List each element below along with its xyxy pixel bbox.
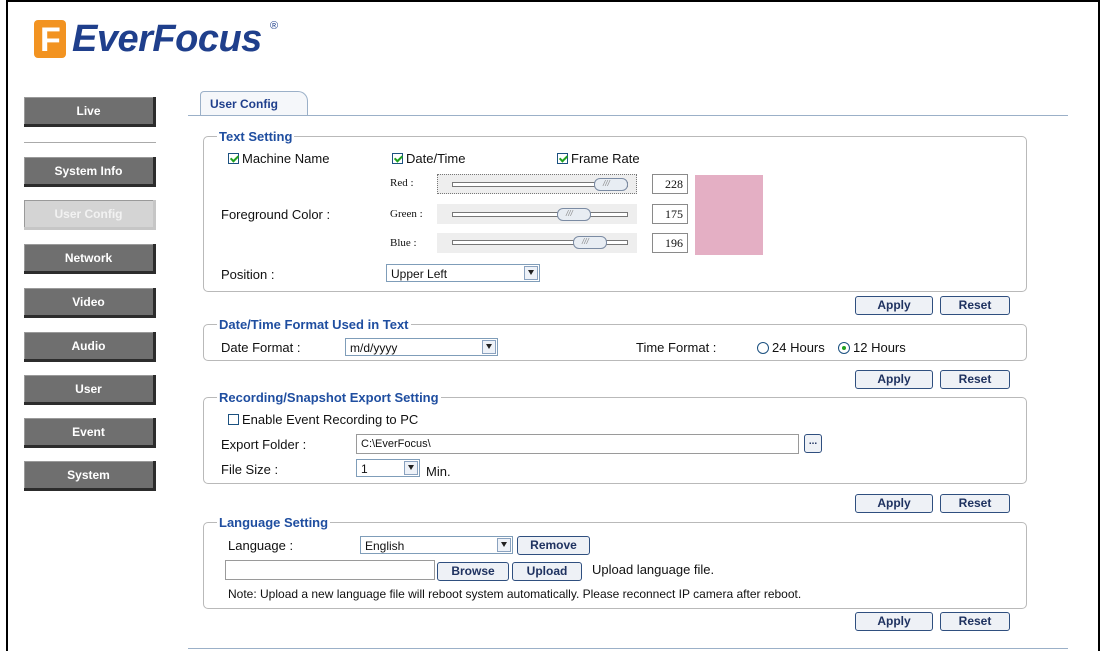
window-frame-right [1098,0,1100,651]
green-value-input[interactable]: 175 [652,204,688,224]
language-file-input[interactable] [225,560,435,580]
language-label: Language : [228,538,294,553]
date-time-checkbox[interactable] [392,153,403,164]
datetime-apply-button[interactable]: Apply [855,370,933,389]
upload-button[interactable]: Upload [512,562,582,581]
machine-name-checkbox[interactable] [228,153,239,164]
recording-export-legend: Recording/Snapshot Export Setting [217,390,441,405]
date-time-label: Date/Time [406,151,466,166]
chevron-down-icon [482,340,496,354]
green-slider-thumb[interactable] [557,208,591,221]
chevron-down-icon [497,538,511,552]
time-format-24h-label: 24 Hours [772,340,825,355]
logo-mark-icon: F [34,20,66,59]
machine-name-label: Machine Name [242,151,330,166]
chevron-down-icon [524,266,538,280]
datetime-format-legend: Date/Time Format Used in Text [217,317,411,332]
time-format-12h-label: 12 Hours [853,340,906,355]
browse-button[interactable]: Browse [437,562,509,581]
remove-language-button[interactable]: Remove [517,536,590,555]
language-value: English [365,539,405,553]
time-format-label: Time Format : [636,340,717,355]
frame-rate-label: Frame Rate [571,151,640,166]
text-setting-apply-button[interactable]: Apply [855,296,933,315]
sidebar-item-user[interactable]: User [24,375,156,405]
language-setting-legend: Language Setting [217,515,331,530]
language-reset-button[interactable]: Reset [940,612,1010,631]
language-select[interactable]: English [360,536,513,554]
date-format-value: m/d/yyyy [350,341,398,355]
sidebar-item-live[interactable]: Live [24,97,156,127]
file-size-label: File Size : [221,462,279,477]
blue-value-input[interactable]: 196 [652,233,688,253]
sidebar-item-network[interactable]: Network [24,244,156,274]
tab-label: User Config [210,97,279,111]
window-frame-top [6,0,1100,2]
logo-text: EverFocus [72,18,262,60]
sidebar-item-user-config[interactable]: User Config [24,200,156,230]
text-setting-legend: Text Setting [217,129,295,144]
sidebar-divider [24,142,156,143]
language-note: Note: Upload a new language file will re… [228,587,802,601]
logo-registered-mark: ® [270,20,279,32]
foreground-color-label: Foreground Color : [221,207,331,222]
datetime-reset-button[interactable]: Reset [940,370,1010,389]
position-label: Position : [221,267,275,282]
date-format-label: Date Format : [221,340,301,355]
position-select-value: Upper Left [391,267,448,281]
file-size-value: 1 [361,462,368,476]
window-frame-left [6,0,8,651]
red-slider-thumb[interactable] [594,178,628,191]
file-size-select[interactable]: 1 [356,459,420,477]
export-folder-label: Export Folder : [221,437,307,452]
color-preview-swatch [695,175,763,255]
frame-rate-checkbox[interactable] [557,153,568,164]
recording-reset-button[interactable]: Reset [940,494,1010,513]
time-format-12h-radio[interactable] [838,342,850,354]
chevron-down-icon [404,461,418,475]
sidebar-item-audio[interactable]: Audio [24,332,156,362]
folder-browse-button[interactable]: ... [804,434,822,453]
sidebar-item-system[interactable]: System [24,461,156,491]
date-format-select[interactable]: m/d/yyyy [345,338,498,356]
sidebar-item-video[interactable]: Video [24,288,156,318]
green-slider-track [452,212,628,217]
time-format-24h-radio[interactable] [757,342,769,354]
position-select[interactable]: Upper Left [386,264,540,282]
blue-slider-thumb[interactable] [573,236,607,249]
enable-event-recording-label: Enable Event Recording to PC [242,412,419,427]
recording-apply-button[interactable]: Apply [855,494,933,513]
language-apply-button[interactable]: Apply [855,612,933,631]
export-folder-input[interactable]: C:\EverFocus\ [356,434,799,454]
upload-hint: Upload language file. [592,562,715,577]
tab-user-config[interactable]: User Config [200,91,308,116]
tab-underline [188,115,1068,116]
enable-event-recording-checkbox[interactable] [228,414,239,425]
red-value-input[interactable]: 228 [652,174,688,194]
blue-label: Blue : [390,237,417,249]
export-folder-value: C:\EverFocus\ [361,438,431,450]
file-size-unit: Min. [426,464,451,479]
text-setting-reset-button[interactable]: Reset [940,296,1010,315]
sidebar-item-event[interactable]: Event [24,418,156,448]
green-label: Green : [390,208,423,220]
red-label: Red : [390,177,414,189]
content-bottom-line [188,648,1068,649]
sidebar-item-system-info[interactable]: System Info [24,157,156,187]
